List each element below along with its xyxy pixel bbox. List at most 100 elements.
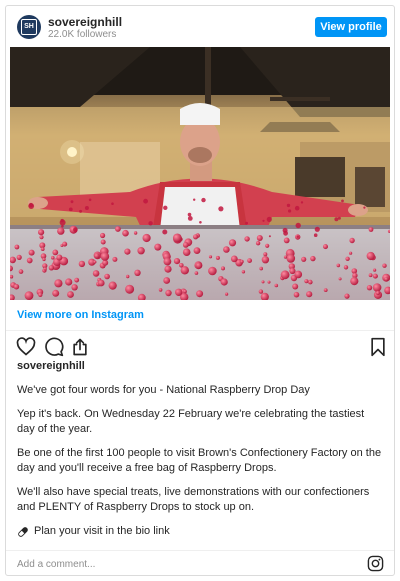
flying-raspberry-drop [268, 235, 271, 238]
flying-raspberry-drop [199, 221, 202, 224]
raspberry-drop [384, 277, 389, 282]
raspberry-drop [283, 237, 290, 244]
avatar[interactable]: SH [17, 15, 41, 39]
raspberry-drop [241, 270, 246, 274]
flying-raspberry-drop [314, 226, 320, 232]
raspberry-drop [163, 277, 171, 284]
plan-visit-text: Plan your visit in the bio link [34, 525, 170, 537]
flying-raspberry-drop [111, 202, 114, 205]
flying-raspberry-drop [88, 198, 92, 202]
raspberry-drop [261, 280, 265, 284]
comment-input[interactable] [17, 556, 347, 572]
raspberry-drop [244, 236, 250, 242]
raspberry-drop [338, 277, 342, 281]
avatar-logo: SH [21, 19, 37, 35]
raspberry-drop [18, 269, 24, 274]
raspberry-drop [38, 229, 45, 236]
post-header: SH sovereignhill 22.0K followers View pr… [6, 6, 394, 47]
instagram-logo-icon[interactable] [367, 555, 384, 572]
raspberry-drop [208, 266, 217, 276]
raspberry-drop [372, 283, 382, 292]
flying-raspberry-drop [201, 197, 206, 203]
flying-raspberry-drop [28, 203, 35, 210]
raspberry-drop [258, 289, 264, 294]
raspberry-drop [57, 227, 65, 235]
raspberry-drop [137, 247, 145, 255]
raspberry-drop [292, 283, 299, 290]
raspberry-drop [247, 258, 253, 263]
raspberry-drop [368, 273, 373, 278]
caption-paragraph: Be one of the first 100 people to visit … [17, 447, 382, 474]
raspberry-drop [368, 227, 374, 232]
raspberry-drop [154, 243, 162, 251]
raspberry-drop [208, 255, 213, 259]
raspberry-drop [65, 278, 73, 286]
plan-visit-line: Plan your visit in the bio link [17, 524, 383, 539]
raspberry-drop [267, 280, 271, 284]
view-more-link-row[interactable]: View more on Instagram [6, 300, 394, 331]
raspberry-drop [13, 283, 20, 290]
post-photo[interactable] [10, 47, 390, 300]
raspberry-drop [372, 273, 378, 279]
post-username[interactable]: sovereignhill [17, 360, 85, 372]
raspberry-drop [283, 255, 288, 259]
flying-raspberry-drop [143, 198, 149, 204]
flying-raspberry-drop [300, 201, 304, 204]
pill-icon [18, 526, 28, 537]
raspberry-drop [78, 260, 86, 268]
profile-username[interactable]: sovereignhill [48, 15, 122, 29]
flying-raspberry-drop [70, 200, 74, 204]
flying-raspberry-drop [341, 199, 344, 203]
raspberry-drop [163, 257, 172, 266]
flying-raspberry-drop [288, 209, 292, 213]
flying-raspberry-drop [148, 221, 153, 226]
raspberry-drop [51, 255, 55, 260]
raspberry-drop [71, 284, 78, 291]
raspberry-drop [175, 288, 183, 296]
comment-icon[interactable] [44, 337, 64, 357]
raspberry-drop [126, 274, 130, 279]
raspberry-drop [124, 248, 131, 255]
raspberry-drop [108, 281, 117, 290]
raspberry-drop [52, 289, 60, 297]
raspberry-drop [180, 266, 189, 275]
raspberry-drop [100, 232, 106, 239]
raspberry-drop [286, 254, 296, 263]
flying-raspberry-drop [294, 205, 300, 211]
raspberry-drop [104, 273, 110, 280]
raspberry-drop [263, 252, 268, 257]
flying-raspberry-drop [295, 222, 301, 229]
raspberry-drop [366, 251, 375, 261]
raspberry-drop [196, 290, 204, 298]
flying-raspberry-drop [363, 206, 366, 209]
view-profile-button[interactable]: View profile [315, 17, 387, 37]
raspberry-drop [220, 278, 228, 286]
raspberry-drop [323, 244, 328, 250]
raspberry-drop [350, 277, 359, 286]
raspberry-drop [182, 242, 189, 248]
caption-paragraph: We'll also have special treats, live dem… [17, 486, 370, 513]
flying-raspberry-drop [296, 235, 299, 238]
flying-raspberry-drop [59, 219, 66, 226]
flying-raspberry-drop [79, 209, 83, 213]
raspberry-drop [133, 231, 138, 235]
raspberry-drop [366, 285, 373, 291]
view-more-link[interactable]: View more on Instagram [17, 309, 144, 321]
raspberry-drop [24, 291, 34, 300]
raspberry-drop [215, 255, 220, 260]
raspberry-drop [259, 266, 263, 271]
heart-icon[interactable] [16, 337, 36, 357]
flying-raspberry-drop [286, 203, 291, 208]
raspberry-drop [373, 268, 377, 272]
raspberry-drop [134, 269, 141, 276]
raspberry-drop [52, 249, 59, 256]
raspberry-drop [274, 283, 279, 288]
bookmark-icon[interactable] [368, 337, 388, 357]
raspberry-drop [100, 239, 106, 245]
raspberry-drop [183, 289, 187, 294]
raspberry-drop [54, 279, 63, 288]
flying-raspberry-drop [73, 227, 78, 232]
action-bar [6, 331, 394, 359]
share-icon[interactable] [70, 337, 90, 357]
raspberry-drop [74, 277, 80, 283]
